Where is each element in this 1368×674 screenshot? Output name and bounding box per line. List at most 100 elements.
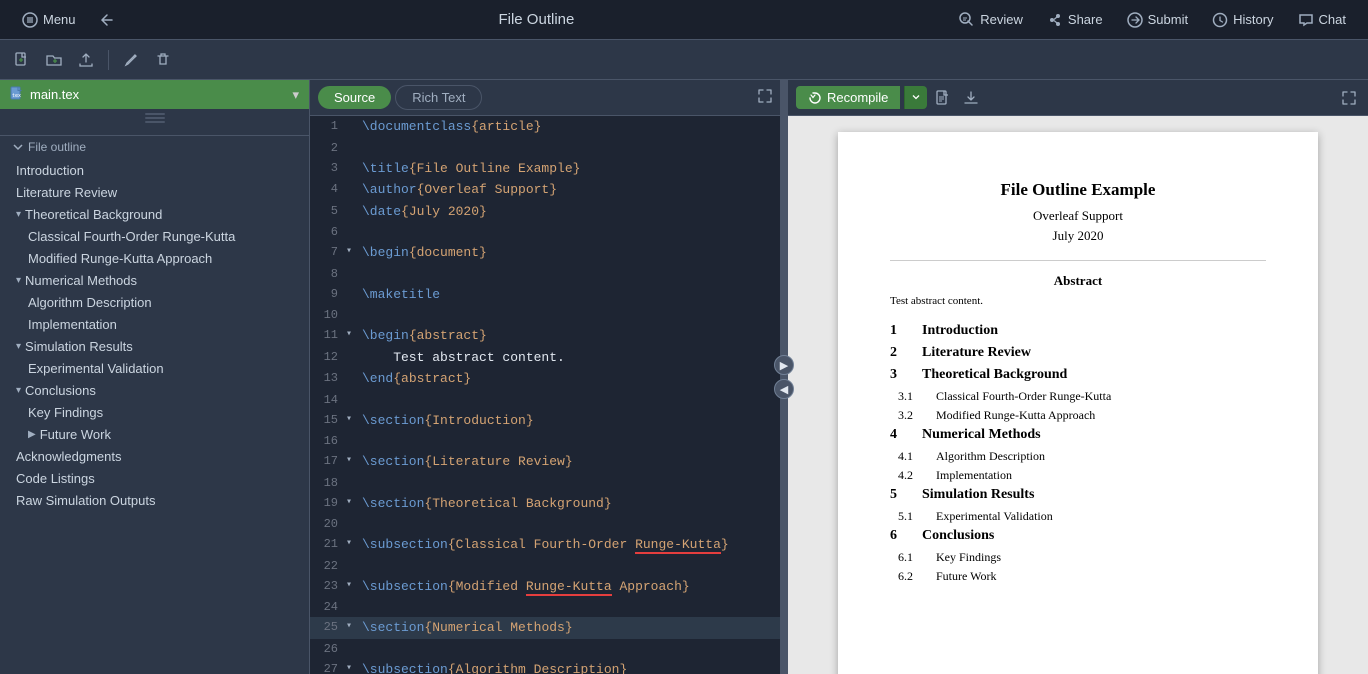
code-line-18: 18 bbox=[310, 473, 780, 493]
line-content: \subsection{Algorithm Description} bbox=[362, 659, 780, 674]
fold-indicator[interactable]: ▾ bbox=[346, 451, 362, 468]
line-content: \date{July 2020} bbox=[362, 201, 780, 223]
outline-item-theoretical[interactable]: ▾ Theoretical Background bbox=[4, 204, 305, 225]
outline-item-acknowledgments[interactable]: Acknowledgments bbox=[4, 446, 305, 467]
code-line-22: 22 bbox=[310, 556, 780, 576]
expand-editor-button[interactable] bbox=[758, 89, 772, 106]
outline-item-key-findings[interactable]: Key Findings bbox=[4, 402, 305, 423]
line-number: 10 bbox=[310, 305, 346, 324]
fold-indicator[interactable]: ▾ bbox=[346, 534, 362, 551]
outline-item-literature-review[interactable]: Literature Review bbox=[4, 182, 305, 203]
fold-indicator[interactable]: ▾ bbox=[346, 659, 362, 674]
panel-splitter[interactable]: ▶ ◀ bbox=[780, 80, 788, 674]
submit-icon bbox=[1127, 12, 1143, 28]
editor-panel: Source Rich Text 1 \documentclass{articl… bbox=[310, 80, 780, 674]
recompile-dropdown-button[interactable] bbox=[904, 86, 927, 109]
nav-right-arrow[interactable]: ▶ bbox=[774, 355, 794, 375]
submit-button[interactable]: Submit bbox=[1117, 8, 1198, 32]
outline-item-label: Classical Fourth-Order Runge-Kutta bbox=[28, 229, 235, 244]
file-header[interactable]: tex main.tex ▾ bbox=[0, 80, 309, 109]
pdf-section-1: 1 Introduction bbox=[890, 323, 1266, 339]
fold-indicator bbox=[346, 473, 362, 475]
source-tab[interactable]: Source bbox=[318, 86, 391, 109]
pdf-section-6: 6 Conclusions bbox=[890, 528, 1266, 544]
pdf-subsection-3-2: 3.2 Modified Runge-Kutta Approach bbox=[890, 408, 1266, 423]
delete-button[interactable] bbox=[149, 46, 177, 74]
rich-text-tab[interactable]: Rich Text bbox=[395, 85, 482, 110]
fold-indicator bbox=[346, 305, 362, 307]
nav-left-arrow[interactable]: ◀ bbox=[774, 379, 794, 399]
section-title: Numerical Methods bbox=[922, 427, 1041, 443]
outline-item-conclusions[interactable]: ▾ Conclusions bbox=[4, 380, 305, 401]
file-chevron-icon: ▾ bbox=[292, 87, 299, 103]
expand-preview-button[interactable] bbox=[1338, 87, 1360, 109]
line-number: 9 bbox=[310, 284, 346, 303]
outline-item-label: Numerical Methods bbox=[25, 273, 137, 288]
chat-button[interactable]: Chat bbox=[1288, 8, 1356, 32]
tex-file-icon: tex bbox=[10, 86, 24, 100]
outline-item-label: Experimental Validation bbox=[28, 361, 164, 376]
line-content: \begin{abstract} bbox=[362, 325, 780, 347]
upload-button[interactable] bbox=[72, 46, 100, 74]
fold-indicator bbox=[346, 639, 362, 641]
outline-item-modified-rk[interactable]: Modified Runge-Kutta Approach bbox=[4, 248, 305, 269]
share-icon bbox=[1047, 12, 1063, 28]
new-file-button[interactable] bbox=[8, 46, 36, 74]
outline-item-algorithm[interactable]: Algorithm Description bbox=[4, 292, 305, 313]
outline-item-numerical[interactable]: ▾ Numerical Methods bbox=[4, 270, 305, 291]
preview-content[interactable]: File Outline Example Overleaf Support Ju… bbox=[788, 116, 1368, 674]
code-line-10: 10 bbox=[310, 305, 780, 325]
outline-item-raw-sim[interactable]: Raw Simulation Outputs bbox=[4, 490, 305, 511]
drag-dot bbox=[145, 121, 165, 123]
outline-item-classical-rk[interactable]: Classical Fourth-Order Runge-Kutta bbox=[4, 226, 305, 247]
outline-item-code-listings[interactable]: Code Listings bbox=[4, 468, 305, 489]
file-preview-icon bbox=[935, 90, 951, 106]
outline-item-simulation[interactable]: ▾ Simulation Results bbox=[4, 336, 305, 357]
review-button[interactable]: Review bbox=[949, 8, 1033, 32]
fold-indicator[interactable]: ▾ bbox=[346, 242, 362, 259]
line-number: 21 bbox=[310, 534, 346, 553]
subsection-title: Modified Runge-Kutta Approach bbox=[936, 408, 1095, 423]
share-button[interactable]: Share bbox=[1037, 8, 1113, 32]
drag-dot bbox=[145, 113, 165, 115]
outline-header[interactable]: File outline bbox=[0, 135, 309, 158]
history-icon bbox=[1212, 12, 1228, 28]
fold-indicator[interactable]: ▾ bbox=[346, 325, 362, 342]
menu-button[interactable]: Menu bbox=[12, 8, 86, 32]
chat-icon bbox=[1298, 12, 1314, 28]
fold-indicator[interactable]: ▾ bbox=[346, 493, 362, 510]
line-number: 5 bbox=[310, 201, 346, 220]
code-line-3: 3 \title{File Outline Example} bbox=[310, 158, 780, 180]
line-content: \author{Overleaf Support} bbox=[362, 179, 780, 201]
outline-item-future-work[interactable]: ▶ Future Work bbox=[4, 424, 305, 445]
code-line-1: 1 \documentclass{article} bbox=[310, 116, 780, 138]
history-button[interactable]: History bbox=[1202, 8, 1283, 32]
fold-indicator[interactable]: ▾ bbox=[346, 410, 362, 427]
line-content: Test abstract content. bbox=[362, 347, 780, 369]
line-content bbox=[362, 305, 780, 307]
rename-button[interactable] bbox=[117, 46, 145, 74]
subsection-num: 6.2 bbox=[898, 569, 928, 584]
subsection-num: 4.2 bbox=[898, 468, 928, 483]
code-line-16: 16 bbox=[310, 431, 780, 451]
drag-handle[interactable] bbox=[0, 109, 309, 127]
svg-text:tex: tex bbox=[12, 93, 21, 99]
new-folder-button[interactable] bbox=[40, 46, 68, 74]
outline-item-label: Acknowledgments bbox=[16, 449, 122, 464]
preview-save-button[interactable] bbox=[959, 86, 983, 110]
outline-item-implementation[interactable]: Implementation bbox=[4, 314, 305, 335]
back-button[interactable] bbox=[90, 9, 124, 31]
recompile-button[interactable]: Recompile bbox=[796, 86, 900, 109]
fold-indicator[interactable]: ▾ bbox=[346, 617, 362, 634]
preview-download-button[interactable] bbox=[931, 86, 955, 110]
code-editor[interactable]: 1 \documentclass{article} 2 3 \title{Fil… bbox=[310, 116, 780, 674]
outline-item-introduction[interactable]: Introduction bbox=[4, 160, 305, 181]
code-line-19: 19 ▾ \section{Theoretical Background} bbox=[310, 493, 780, 515]
line-content bbox=[362, 264, 780, 266]
fold-indicator[interactable]: ▾ bbox=[346, 576, 362, 593]
menu-label: Menu bbox=[43, 12, 76, 27]
outline-item-experimental[interactable]: Experimental Validation bbox=[4, 358, 305, 379]
line-number: 17 bbox=[310, 451, 346, 470]
editor-tabs: Source Rich Text bbox=[310, 80, 780, 116]
fold-indicator bbox=[346, 138, 362, 140]
